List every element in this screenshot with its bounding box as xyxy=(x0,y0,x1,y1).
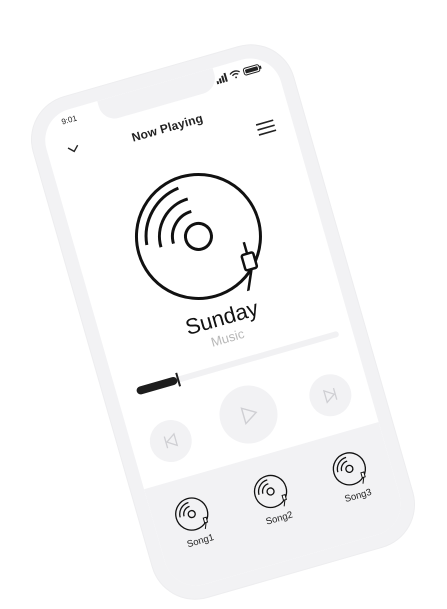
status-time: 9:01 xyxy=(60,113,78,127)
next-icon xyxy=(322,387,338,404)
battery-icon xyxy=(242,64,262,76)
play-icon xyxy=(240,407,258,426)
wifi-icon xyxy=(229,70,240,79)
phone-mockup: 9:01 Now Playing Sunday Music Song1 Song… xyxy=(21,34,425,609)
vinyl-record-icon xyxy=(134,172,262,300)
play-button[interactable] xyxy=(212,378,285,451)
next-button[interactable] xyxy=(304,369,357,422)
signal-icon xyxy=(216,72,228,85)
playlist-item[interactable]: Song3 xyxy=(319,443,386,509)
progress-fill xyxy=(135,376,179,396)
playlist-item[interactable]: Song2 xyxy=(240,465,307,531)
previous-icon xyxy=(163,432,179,449)
playlist-item[interactable]: Song1 xyxy=(161,488,228,554)
menu-icon[interactable] xyxy=(255,117,277,137)
previous-button[interactable] xyxy=(144,415,197,467)
